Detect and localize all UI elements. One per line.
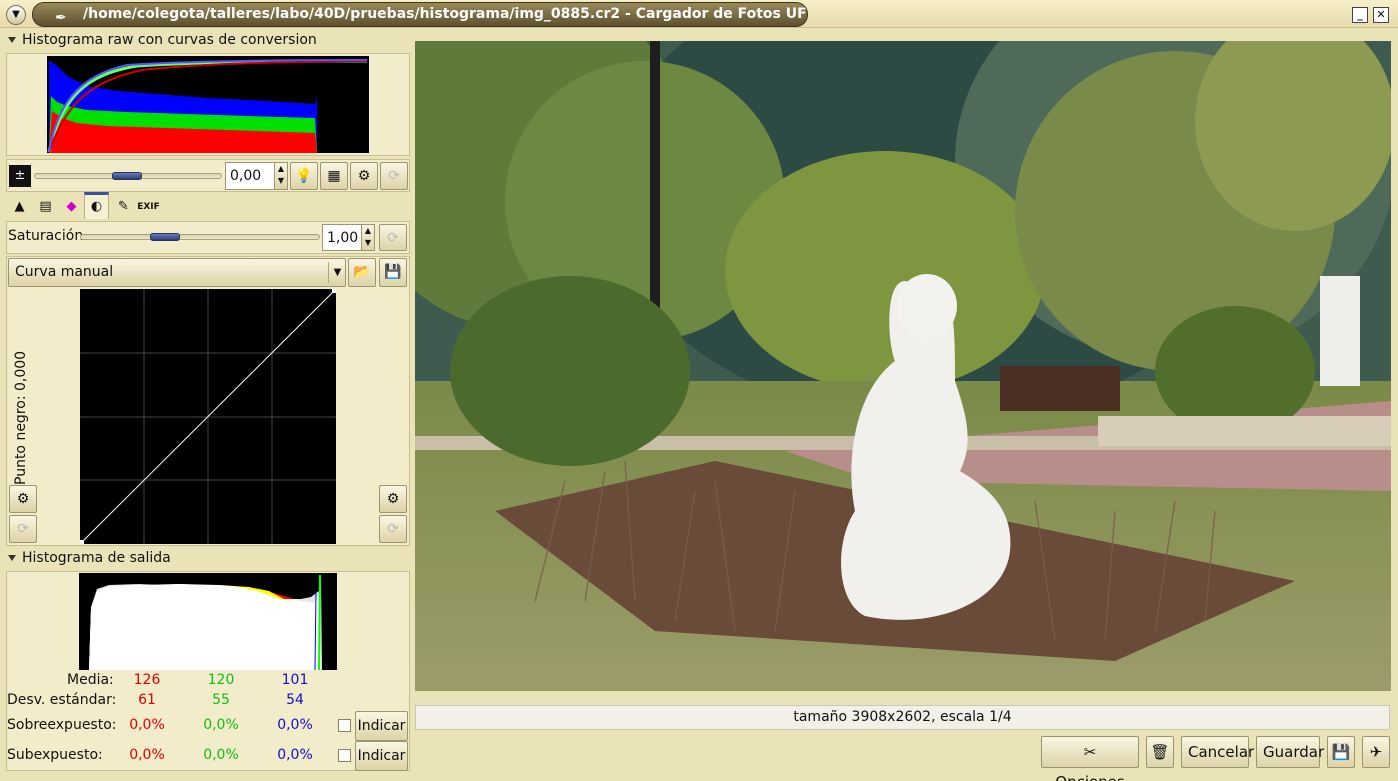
under-red: 0,0% [129,747,165,763]
curve-select[interactable]: Curva manual [8,258,346,287]
std-label: Desv. estándar: [7,692,117,708]
over-blue: 0,0% [277,717,313,733]
exposure-spin-arrows[interactable]: ▲ ▼ [274,162,288,190]
open-curve-folder-icon[interactable]: 📂 [348,258,376,287]
exposure-slider-thumb[interactable] [112,172,142,180]
under-indicate-checkbox[interactable] [338,749,351,762]
delete-button[interactable]: 🗑 [1146,736,1174,768]
tab-lens-tools-icon[interactable]: ✎ [111,195,136,219]
close-button[interactable]: ✕ [1373,7,1389,23]
raw-histogram-title: Histograma raw con curvas de conversion [22,32,317,48]
expander-icon [8,555,16,561]
clip-highlights-icon[interactable]: ▦ [320,162,348,190]
mean-red: 126 [133,672,161,688]
tab-corrections-icon[interactable]: ◐ [84,192,109,219]
over-red: 0,0% [129,717,165,733]
over-label: Sobreexpuesto: [7,717,117,733]
window-title: /home/colegota/talleres/labo/40D/pruebas… [83,6,808,22]
minimize-button[interactable]: _ [1352,7,1368,23]
output-histogram-title: Histograma de salida [22,550,171,566]
raw-histogram-header[interactable]: Histograma raw con curvas de conversion [8,32,317,48]
curve-select-value: Curva manual [15,264,114,280]
reset-exposure-icon[interactable]: ⟳ [380,162,408,190]
save-as-button[interactable]: 💾 [1327,736,1355,768]
tab-exif-icon[interactable]: EXIF [136,195,161,219]
options-button[interactable]: ✂ Opciones [1041,736,1139,781]
reset-curve-icon[interactable]: ⟳ [379,515,407,543]
send-to-gimp-button[interactable]: ✈ [1362,736,1390,768]
window-title-pill[interactable]: ✒ /home/colegota/talleres/labo/40D/prueb… [32,2,808,27]
auto-exposure-bulb-icon[interactable]: 💡 [290,162,318,190]
mean-green: 120 [207,672,235,688]
save-button[interactable]: Guardar [1256,736,1324,768]
expander-icon [8,37,16,43]
under-green: 0,0% [203,747,239,763]
ufraw-icon: ✒ [55,10,67,26]
tab-curve-grid-icon[interactable]: ▤ [33,195,58,219]
photo-preview[interactable] [415,41,1391,691]
saturation-slider-thumb[interactable] [150,233,180,241]
tab-raw-colors-icon[interactable]: ▲ [7,195,32,219]
under-blue: 0,0% [277,747,313,763]
std-green: 55 [212,692,230,708]
cancel-button[interactable]: Cancelar [1181,736,1254,768]
output-histogram [79,573,337,670]
reset-black-point-icon[interactable]: ⟳ [9,515,37,543]
exposure-icon: ± [9,165,31,187]
status-bar: tamaño 3908x2602, escala 1/4 [415,705,1390,730]
std-blue: 54 [286,692,304,708]
over-green: 0,0% [203,717,239,733]
over-indicate-button[interactable]: Indicar [355,711,408,741]
saturation-spin-arrows[interactable]: ▲ ▼ [361,224,375,251]
auto-curve-icon[interactable]: ⚙ [379,485,407,513]
tab-color-management-icon[interactable]: ◆ [59,195,84,219]
over-indicate-checkbox[interactable] [338,719,351,732]
saturation-label: Saturación [8,228,84,244]
trash-icon: 🗑 [1150,743,1170,761]
mean-blue: 101 [281,672,309,688]
black-point-label: Punto negro: 0,000 [13,350,29,485]
saturation-spin-input[interactable]: 1,00 [322,224,362,251]
raw-histogram [47,56,369,153]
gimp-icon: ✈ [1369,743,1383,761]
saturation-slider[interactable] [80,234,320,240]
mean-label: Media: [67,672,114,688]
floppy-icon: 💾 [1331,743,1351,761]
auto-adjust-icon[interactable]: ⚙ [350,162,378,190]
exposure-spin-input[interactable]: 0,00 [225,162,275,190]
under-label: Subexpuesto: [7,747,103,763]
window-menu-button[interactable]: ▼ [6,5,26,25]
tools-icon: ✂ [1083,743,1097,761]
auto-black-point-icon[interactable]: ⚙ [9,485,37,513]
output-histogram-header[interactable]: Histograma de salida [8,550,171,566]
reset-saturation-icon[interactable]: ⟳ [379,224,407,251]
save-curve-icon[interactable]: 💾 [379,258,407,287]
curve-editor[interactable] [80,289,336,544]
std-red: 61 [138,692,156,708]
options-label: Opciones [1055,773,1124,781]
under-indicate-button[interactable]: Indicar [355,741,408,771]
chevron-down-icon[interactable]: ▼ [328,262,346,283]
raw-histogram-frame [6,53,410,156]
